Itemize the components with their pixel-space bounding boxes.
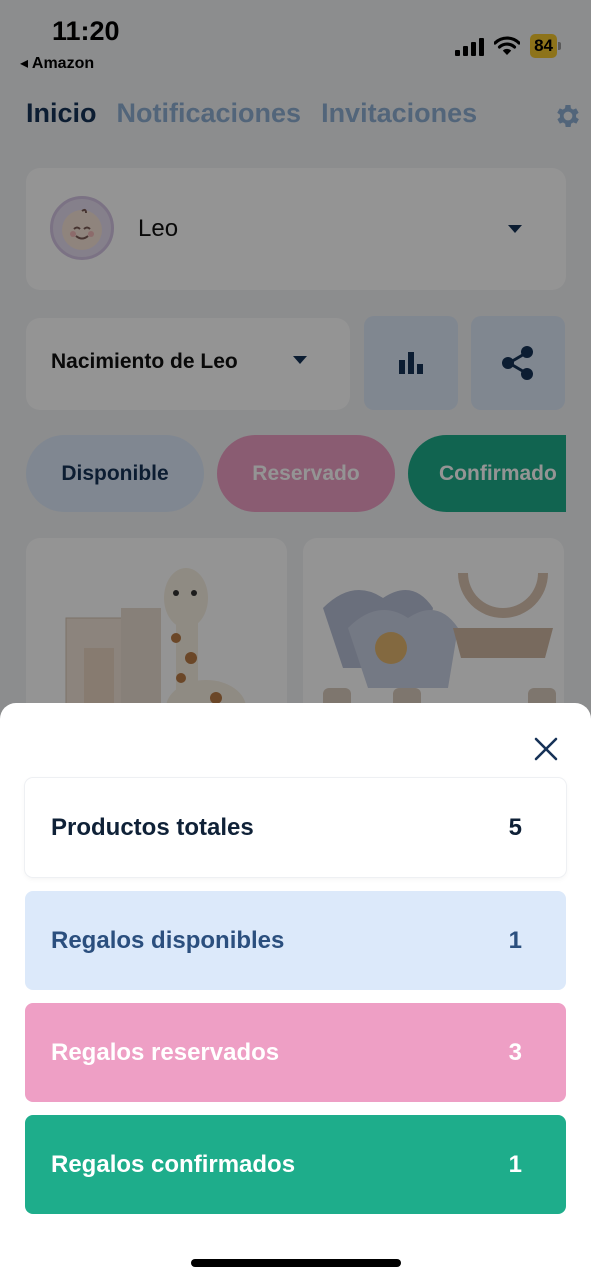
stat-label: Regalos disponibles (51, 926, 285, 954)
stat-value: 5 (508, 813, 522, 841)
home-indicator[interactable] (191, 1259, 401, 1267)
stat-available-gifts: Regalos disponibles 1 (25, 891, 566, 990)
stat-total-products: Productos totales 5 (25, 778, 566, 877)
close-icon[interactable] (532, 735, 560, 763)
stat-confirmed-gifts: Regalos confirmados 1 (25, 1115, 566, 1214)
stat-reserved-gifts: Regalos reservados 3 (25, 1003, 566, 1102)
stats-bottom-sheet: Productos totales 5 Regalos disponibles … (0, 703, 591, 1280)
stat-label: Regalos confirmados (51, 1150, 296, 1178)
stat-value: 1 (508, 926, 522, 954)
stat-label: Regalos reservados (51, 1038, 280, 1066)
stat-label: Productos totales (51, 813, 254, 841)
stat-value: 3 (508, 1038, 522, 1066)
stat-value: 1 (508, 1150, 522, 1178)
